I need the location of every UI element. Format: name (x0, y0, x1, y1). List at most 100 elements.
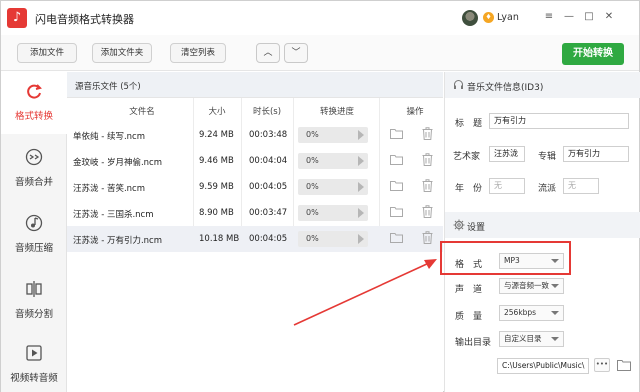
album-label: 专辑 (538, 152, 557, 162)
sidebar-item-video-to-audio[interactable]: 视频转音频 (1, 334, 67, 392)
progress-text: 0% (306, 130, 319, 139)
progress-bar: 0% (298, 179, 368, 195)
file-name: 金玟岐 - 岁月神偷.ncm (73, 158, 163, 168)
chevron-down-icon (551, 311, 559, 315)
id3-header: 音乐文件信息(ID3) (445, 72, 640, 98)
merge-icon (25, 148, 43, 166)
app-logo-icon: ♪ (7, 8, 27, 28)
chevron-down-icon (551, 337, 559, 341)
vip-badge-icon: ♦ (483, 12, 494, 23)
menu-icon[interactable]: ≡ (543, 10, 555, 24)
sidebar-item-audio-split[interactable]: 音频分割 (1, 270, 67, 332)
file-name: 汪苏泷 - 万有引力.ncm (73, 236, 163, 246)
file-duration: 00:04:05 (249, 182, 288, 192)
open-folder-icon[interactable] (390, 180, 403, 191)
column-header-actions: 操作 (406, 107, 424, 117)
open-folder-icon[interactable] (390, 232, 403, 243)
file-list-header: 源音乐文件 (5个) (67, 72, 443, 98)
browse-button[interactable]: ••• (594, 358, 610, 372)
quality-label: 质 量 (455, 312, 483, 322)
genre-label: 流派 (538, 184, 557, 194)
progress-bar: 0% (298, 127, 368, 143)
channel-value: 与源音频一致 (504, 281, 549, 290)
sidebar-item-audio-merge[interactable]: 音频合并 (1, 138, 67, 200)
channel-select[interactable]: 与源音频一致 (499, 278, 564, 294)
delete-icon[interactable] (422, 205, 433, 218)
table-row[interactable]: 单依纯 - 续写.ncm 9.24 MB 00:03:48 0% (67, 122, 443, 148)
add-file-button[interactable]: 添加文件 (17, 43, 77, 63)
delete-icon[interactable] (422, 127, 433, 140)
gear-icon (453, 219, 465, 231)
delete-icon[interactable] (422, 153, 433, 166)
progress-text: 0% (306, 234, 319, 243)
open-folder-icon[interactable] (390, 154, 403, 165)
file-name: 汪苏泷 - 苦笑.ncm (73, 184, 146, 194)
play-icon[interactable] (358, 182, 364, 192)
artist-label: 艺术家 (453, 152, 481, 162)
clear-list-button[interactable]: 清空列表 (170, 43, 226, 63)
play-icon[interactable] (358, 208, 364, 218)
chevron-down-icon (551, 284, 559, 288)
file-duration: 00:03:47 (249, 208, 288, 218)
play-icon[interactable] (358, 130, 364, 140)
sidebar-item-format-convert[interactable]: 格式转换 (1, 72, 67, 134)
move-down-button[interactable]: ﹀ (284, 43, 308, 63)
avatar[interactable] (462, 10, 478, 26)
settings-title: 设置 (467, 223, 486, 233)
title-field[interactable]: 万有引力 (489, 113, 629, 129)
close-icon[interactable]: ✕ (603, 10, 615, 24)
open-folder-icon[interactable] (617, 359, 631, 371)
settings-header: 设置 (445, 212, 640, 238)
progress-text: 0% (306, 156, 319, 165)
table-row[interactable]: 汪苏泷 - 苦笑.ncm 9.59 MB 00:04:05 0% (67, 174, 443, 200)
progress-bar: 0% (298, 153, 368, 169)
sidebar-item-label: 音频分割 (14, 309, 53, 320)
output-path-field[interactable]: C:\Users\Public\Music\ (497, 358, 589, 374)
convert-icon (27, 84, 42, 99)
id3-title: 音乐文件信息(ID3) (467, 83, 544, 93)
album-field[interactable]: 万有引力 (563, 146, 629, 162)
quality-select[interactable]: 256kbps (499, 305, 564, 321)
format-highlight-box (440, 241, 571, 275)
table-row[interactable]: 汪苏泷 - 万有引力.ncm 10.18 MB 00:04:05 0% (67, 226, 443, 252)
year-field[interactable]: 无 (489, 178, 525, 194)
maximize-icon[interactable]: □ (583, 10, 595, 24)
file-size: 8.90 MB (199, 208, 234, 218)
file-size: 9.59 MB (199, 182, 234, 192)
sidebar: 格式转换 音频合并 音频压缩 音频分割 视频转音频 (1, 72, 67, 392)
title-bar: ♪ 闪电音频格式转换器 ♦ Lyan ≡ — □ ✕ (1, 1, 639, 35)
artist-field[interactable]: 汪苏泷 (489, 146, 525, 162)
add-folder-button[interactable]: 添加文件夹 (92, 43, 152, 63)
file-duration: 00:03:48 (249, 130, 288, 140)
app-title: 闪电音频格式转换器 (35, 13, 134, 26)
progress-text: 0% (306, 182, 319, 191)
progress-bar: 0% (298, 205, 368, 221)
delete-icon[interactable] (422, 231, 433, 244)
sidebar-item-audio-compress[interactable]: 音频压缩 (1, 204, 67, 266)
play-icon[interactable] (358, 234, 364, 244)
open-folder-icon[interactable] (390, 206, 403, 217)
move-up-button[interactable]: ︿ (256, 43, 280, 63)
title-label: 标 题 (455, 119, 483, 129)
split-icon (26, 281, 42, 297)
file-duration: 00:04:05 (249, 234, 288, 244)
start-convert-button[interactable]: 开始转换 (562, 43, 624, 65)
delete-icon[interactable] (422, 179, 433, 192)
file-size: 9.46 MB (199, 156, 234, 166)
open-folder-icon[interactable] (390, 128, 403, 139)
play-icon[interactable] (358, 156, 364, 166)
output-mode-value: 自定义目录 (504, 334, 542, 343)
file-list-panel: 源音乐文件 (5个) 文件名 大小 时长(s) 转换进度 操作 单依纯 - 续写… (67, 72, 443, 392)
genre-field[interactable]: 无 (563, 178, 599, 194)
toolbar: 添加文件 添加文件夹 清空列表 ︿ ﹀ 开始转换 (1, 35, 639, 71)
table-row[interactable]: 金玟岐 - 岁月神偷.ncm 9.46 MB 00:04:04 0% (67, 148, 443, 174)
minimize-icon[interactable]: — (563, 10, 575, 24)
headphones-icon (454, 80, 463, 89)
year-label: 年 份 (455, 184, 483, 194)
username[interactable]: Lyan (497, 12, 519, 23)
output-mode-select[interactable]: 自定义目录 (499, 331, 564, 347)
file-name: 汪苏泷 - 三国杀.ncm (73, 210, 154, 220)
table-row[interactable]: 汪苏泷 - 三国杀.ncm 8.90 MB 00:03:47 0% (67, 200, 443, 226)
column-header-size: 大小 (208, 107, 226, 117)
channel-label: 声 道 (455, 285, 483, 295)
